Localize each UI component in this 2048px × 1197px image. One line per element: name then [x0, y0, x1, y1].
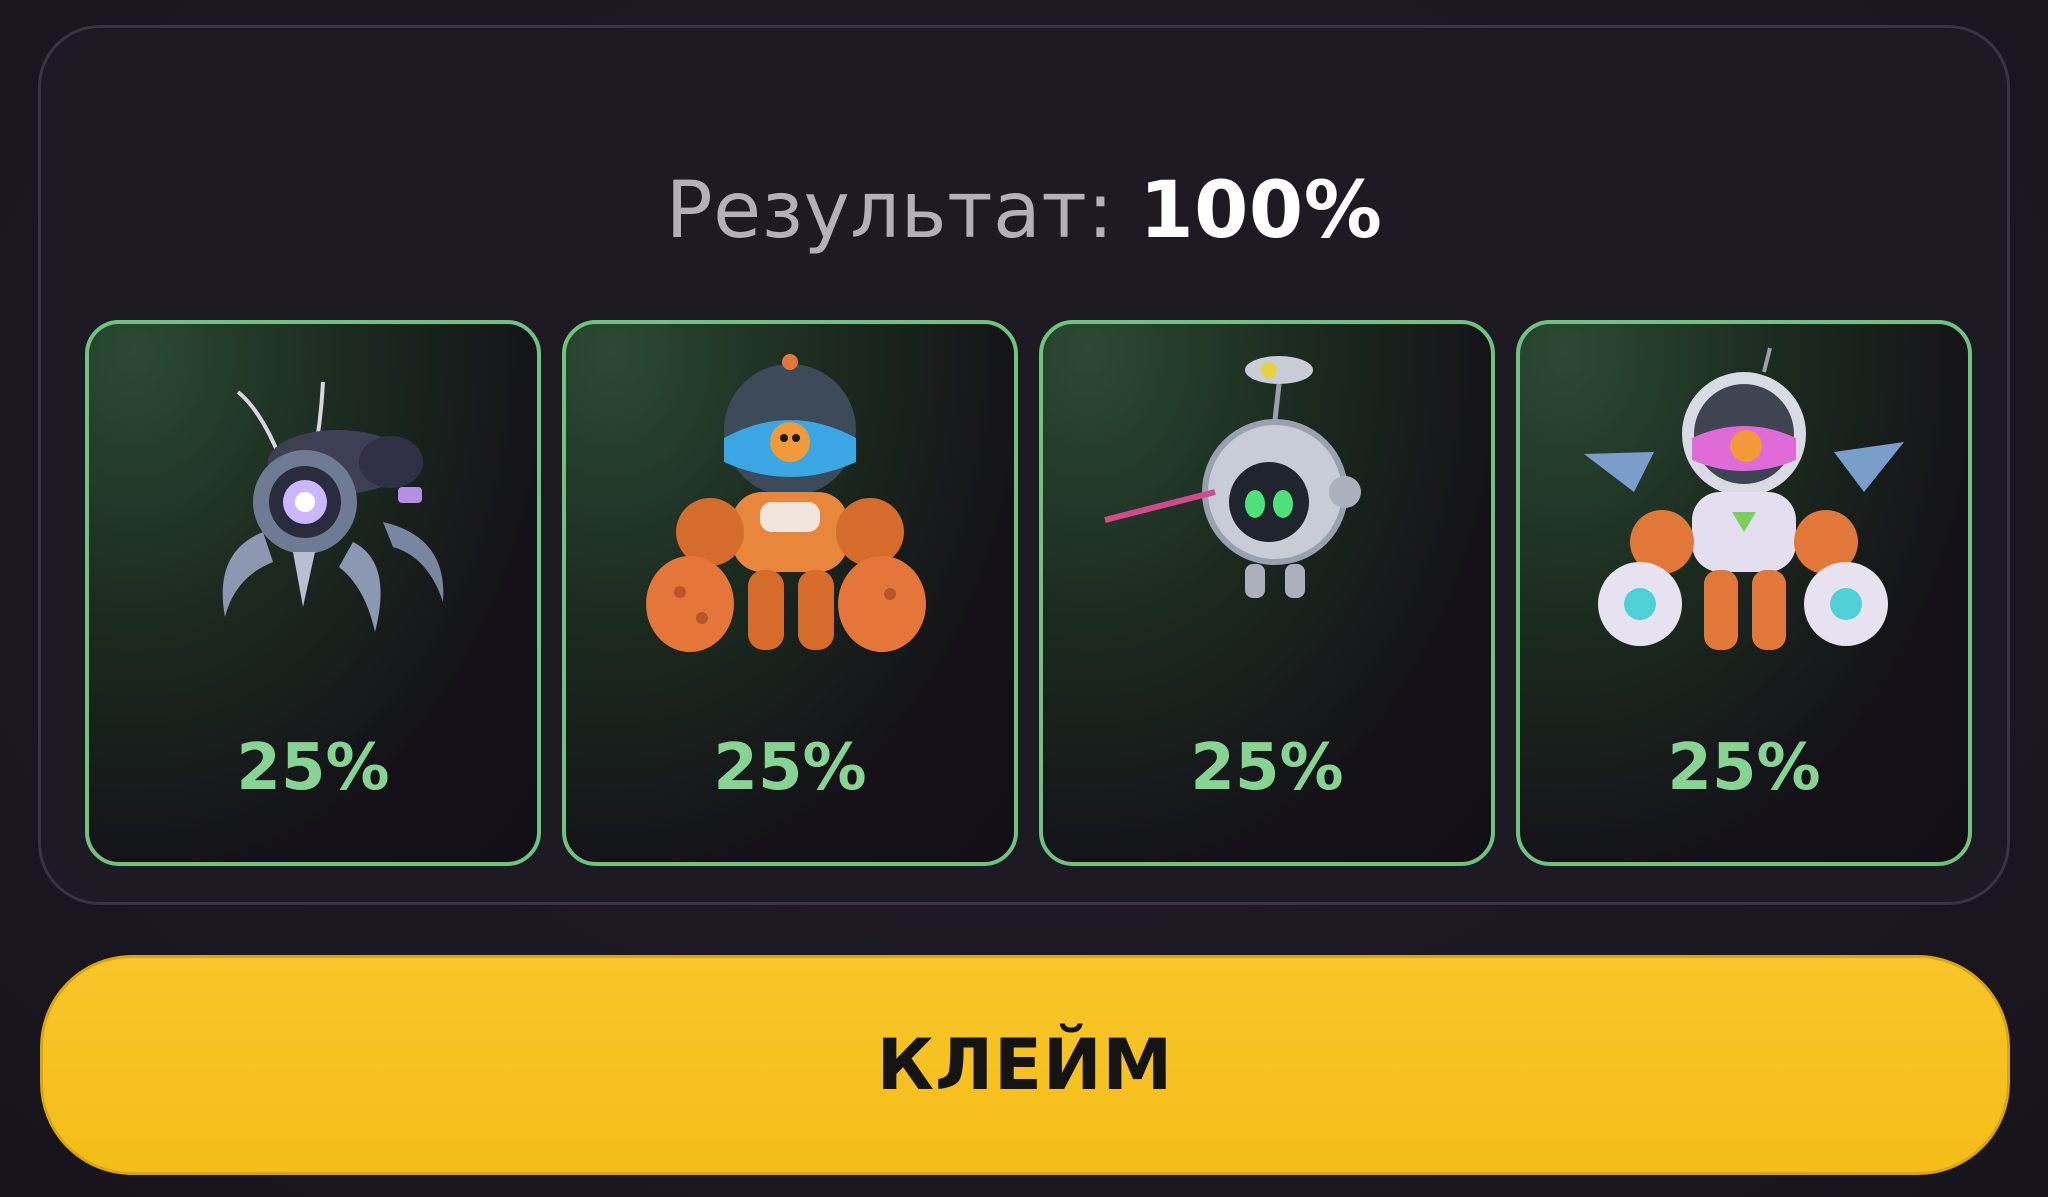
diver-robot-icon	[646, 354, 926, 652]
reward-cards: 25% 25% 25% 25%	[85, 320, 1972, 866]
winged-mech-icon	[1584, 347, 1904, 650]
claim-button-label: КЛЕЙМ	[876, 1024, 1174, 1106]
reward-card-4[interactable]: 25%	[1516, 320, 1972, 866]
game-screen: Результат: 100% 25% 25% 25% 25% КЛЕЙМ	[0, 0, 2048, 1197]
result-panel: Результат: 100% 25% 25% 25% 25%	[38, 25, 2010, 905]
mech-spider-icon	[222, 381, 444, 632]
reward-card-1[interactable]: 25%	[85, 320, 541, 866]
claim-button[interactable]: КЛЕЙМ	[40, 955, 2010, 1175]
card-percent: 25%	[236, 731, 390, 805]
orb-drone-icon	[1104, 356, 1361, 598]
card-percent: 25%	[713, 731, 867, 805]
card-percent: 25%	[1667, 731, 1821, 805]
result-label: Результат:	[665, 166, 1115, 256]
reward-card-3[interactable]: 25%	[1039, 320, 1495, 866]
result-title: Результат: 100%	[41, 166, 2007, 256]
reward-card-2[interactable]: 25%	[562, 320, 1018, 866]
card-percent: 25%	[1190, 731, 1344, 805]
result-value: 100%	[1139, 166, 1383, 256]
